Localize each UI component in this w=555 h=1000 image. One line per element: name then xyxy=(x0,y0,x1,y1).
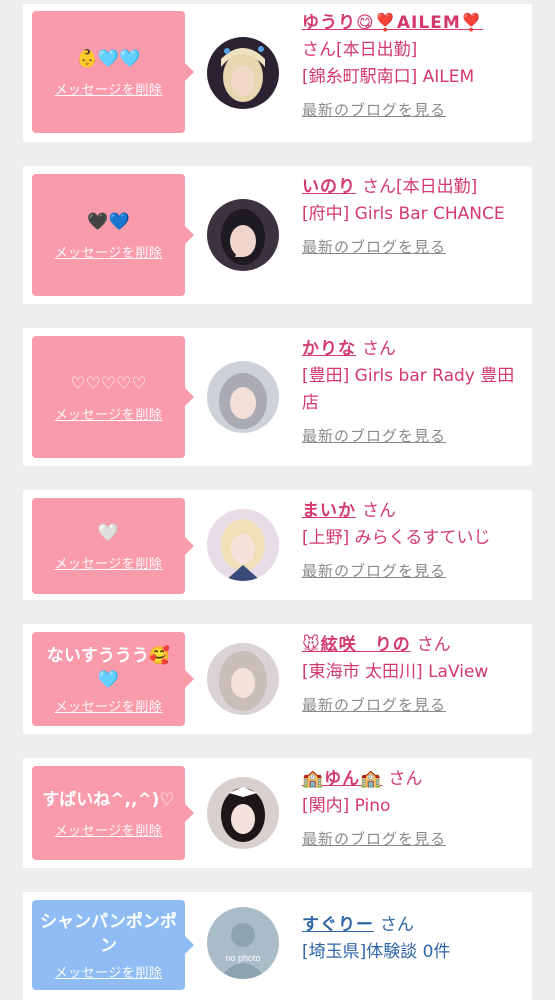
shop-location: [関内] Pino xyxy=(302,796,391,816)
experience-count: [埼玉県]体験談 0件 xyxy=(302,942,451,962)
avatar[interactable] xyxy=(207,777,279,849)
shop-location: [錦糸町駅南口] AILEM xyxy=(302,67,475,87)
profile-name-link[interactable]: すぐりー xyxy=(302,915,374,935)
profile-info: ゆうり😋❣️AILEM❣️ さん[本日出勤] [錦糸町駅南口] AILEM 最新… xyxy=(302,10,527,124)
shop-location: [上野] みらくるすていじ xyxy=(302,528,491,548)
latest-blog-link[interactable]: 最新のブログを見る xyxy=(302,558,527,585)
profile-info: 🐭絃咲 りの さん [東海市 太田川] LaView 最新のブログを見る xyxy=(302,632,527,719)
avatar[interactable] xyxy=(207,199,279,271)
delete-message-link[interactable]: メッセージを削除 xyxy=(55,242,163,261)
profile-suffix: さん xyxy=(416,635,451,655)
profile-info: すぐりー さん [埼玉県]体験談 0件 xyxy=(302,912,527,966)
avatar[interactable] xyxy=(207,37,279,109)
profile-name-link[interactable]: 🏫ゆん🏫 xyxy=(302,769,382,789)
latest-blog-link[interactable]: 最新のブログを見る xyxy=(302,692,527,719)
delete-message-link[interactable]: メッセージを削除 xyxy=(55,696,163,715)
delete-message-link[interactable]: メッセージを削除 xyxy=(55,820,163,839)
profile-name-link[interactable]: かりな xyxy=(302,339,356,359)
profile-info: かりな さん [豊田] Girls bar Rady 豊田店 最新のブログを見る xyxy=(302,336,527,450)
shop-location: [東海市 太田川] LaView xyxy=(302,662,489,682)
profile-suffix: さん xyxy=(388,769,423,789)
message-bubble: 👶🩵🩵 メッセージを削除 xyxy=(32,11,194,133)
list-item: 🤍 メッセージを削除 まいか さん [上野] みらくるすていじ 最新のブログを見る xyxy=(23,490,532,600)
delete-message-link[interactable]: メッセージを削除 xyxy=(55,962,163,981)
message-text: 🖤💙 xyxy=(87,211,130,232)
list-item: 👶🩵🩵 メッセージを削除 ゆうり😋❣️AILEM❣️ さん[本日出勤] [錦糸町… xyxy=(23,4,532,142)
message-text: ないすううう🥰🩵 xyxy=(46,645,171,690)
latest-blog-link[interactable]: 最新のブログを見る xyxy=(302,826,527,853)
profile-info: まいか さん [上野] みらくるすていじ 最新のブログを見る xyxy=(302,498,527,585)
message-text: シャンパンポンポン xyxy=(40,911,177,956)
profile-info: 🏫ゆん🏫 さん [関内] Pino 最新のブログを見る xyxy=(302,766,527,853)
avatar[interactable] xyxy=(207,643,279,715)
message-text: ♡♡♡♡♡ xyxy=(70,373,147,394)
delete-message-link[interactable]: メッセージを削除 xyxy=(55,404,163,423)
list-item: シャンパンポンポン メッセージを削除 no photo すぐりー さん [埼玉県]… xyxy=(23,892,532,1000)
message-bubble: ♡♡♡♡♡ メッセージを削除 xyxy=(32,336,194,458)
avatar[interactable]: no photo xyxy=(207,907,279,979)
list-item: すばいね^,,^)♡ メッセージを削除 🏫ゆん🏫 さん [関内] Pino 最新の… xyxy=(23,758,532,868)
list-item: ♡♡♡♡♡ メッセージを削除 かりな さん [豊田] Girls bar Rady… xyxy=(23,328,532,466)
list-item: 🖤💙 メッセージを削除 いのり さん[本日出勤] [府中] Girls Bar C… xyxy=(23,166,532,304)
delete-message-link[interactable]: メッセージを削除 xyxy=(55,79,163,98)
shop-location: [豊田] Girls bar Rady 豊田店 xyxy=(302,366,515,413)
profile-suffix: さん[本日出勤] xyxy=(362,177,478,197)
profile-name-link[interactable]: まいか xyxy=(302,501,356,521)
message-text: 🤍 xyxy=(97,522,120,543)
message-text: すばいね^,,^)♡ xyxy=(42,789,175,810)
profile-info: いのり さん[本日出勤] [府中] Girls Bar CHANCE 最新のブログ… xyxy=(302,174,527,261)
message-bubble: 🖤💙 メッセージを削除 xyxy=(32,174,194,296)
profile-name-link[interactable]: いのり xyxy=(302,177,356,197)
profile-suffix: さん[本日出勤] xyxy=(302,40,418,60)
latest-blog-link[interactable]: 最新のブログを見る xyxy=(302,97,527,124)
profile-suffix: さん xyxy=(380,915,414,935)
message-text: 👶🩵🩵 xyxy=(76,48,141,69)
latest-blog-link[interactable]: 最新のブログを見る xyxy=(302,423,527,450)
profile-suffix: さん xyxy=(362,501,396,521)
profile-name-link[interactable]: ゆうり😋❣️AILEM❣️ xyxy=(302,13,483,33)
delete-message-link[interactable]: メッセージを削除 xyxy=(55,553,163,572)
profile-name-link[interactable]: 🐭絃咲 りの xyxy=(302,635,411,655)
message-bubble: すばいね^,,^)♡ メッセージを削除 xyxy=(32,766,194,860)
message-bubble: シャンパンポンポン メッセージを削除 xyxy=(32,900,194,990)
latest-blog-link[interactable]: 最新のブログを見る xyxy=(302,234,527,261)
message-bubble: 🤍 メッセージを削除 xyxy=(32,498,194,594)
avatar[interactable] xyxy=(207,509,279,581)
shop-location: [府中] Girls Bar CHANCE xyxy=(302,204,505,224)
list-item: ないすううう🥰🩵 メッセージを削除 🐭絃咲 りの さん [東海市 太田川] LaV… xyxy=(23,624,532,734)
profile-suffix: さん xyxy=(362,339,396,359)
avatar[interactable] xyxy=(207,361,279,433)
no-photo-label: no photo xyxy=(225,953,260,963)
message-bubble: ないすううう🥰🩵 メッセージを削除 xyxy=(32,632,194,726)
